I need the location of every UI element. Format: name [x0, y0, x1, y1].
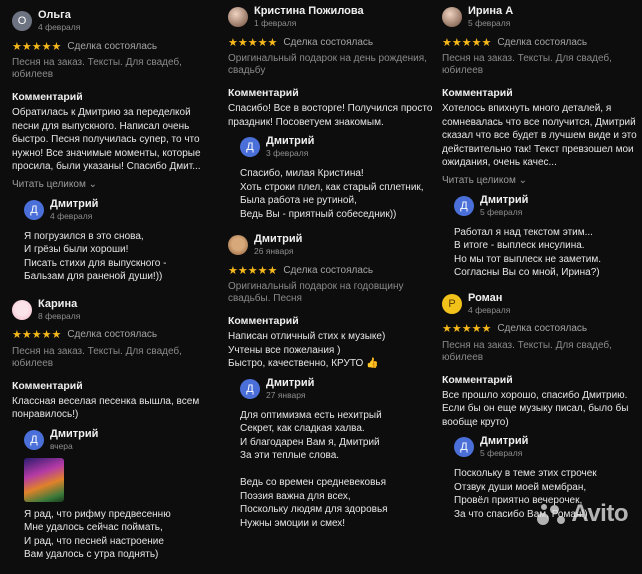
reviewer-name[interactable]: Дмитрий: [254, 233, 302, 246]
reply-text: Спасибо, милая Кристина! Хоть строки пле…: [240, 168, 424, 220]
reviews-column-3: Ирина А 5 февраля ★★★★★ Сделка состоялас…: [442, 5, 642, 533]
reviewer-name[interactable]: Ирина А: [468, 5, 513, 18]
review-date: 8 февраля: [38, 310, 81, 321]
reply-date: 27 января: [266, 389, 306, 400]
star-rating: ★★★★★: [442, 323, 492, 335]
star-rating: ★★★★★: [228, 36, 278, 49]
avito-logo-text: Avito: [571, 500, 628, 527]
read-more-link[interactable]: Читать целиком ⌄: [12, 179, 97, 190]
review-card-karina: Карина 8 февраля ★★★★★ Сделка состоялась…: [12, 298, 217, 562]
comment-text: Спасибо! Все в восторге! Получился прост…: [228, 103, 433, 128]
reviewer-name[interactable]: Кристина Пожилова: [254, 5, 364, 18]
reply-author[interactable]: Дмитрий: [480, 194, 528, 207]
review-date: 4 февраля: [38, 22, 81, 32]
star-rating: ★★★★★: [12, 40, 62, 53]
review-date: 4 февраля: [468, 304, 511, 315]
reply-author[interactable]: Дмитрий: [480, 435, 528, 448]
deal-status: Сделка состоялась: [67, 329, 158, 340]
deal-status: Сделка состоялась: [497, 36, 588, 48]
service-name: Песня на заказ. Тексты. Для свадеб, юбил…: [12, 345, 182, 369]
comment-label: Комментарий: [442, 87, 513, 99]
service-name: Оригинальный подарок на день рождения, с…: [228, 53, 427, 76]
comment-text: Хотелось впихнуть много деталей, я сомне…: [442, 103, 637, 168]
comment-label: Комментарий: [442, 373, 513, 386]
service-name: Песня на заказ. Тексты. Для свадеб, юбил…: [442, 339, 612, 363]
review-card-kristina: Кристина Пожилова 1 февраля ★★★★★ Сделка…: [228, 5, 433, 221]
reply-text: Я погрузился в это снова, И грёзы были х…: [24, 230, 167, 283]
reply-author[interactable]: Дмитрий: [50, 198, 98, 211]
star-rating: ★★★★★: [12, 329, 62, 341]
review-card-roman: Р Роман 4 февраля ★★★★★ Сделка состоялас…: [442, 292, 642, 522]
reply-date: вчера: [50, 440, 73, 451]
avatar[interactable]: Д: [24, 429, 44, 450]
reply-text: Я рад, что рифму предвесенню Мне удалось…: [24, 508, 171, 561]
seller-reply: Д Дмитрий 27 января Для оптимизма есть н…: [240, 377, 433, 531]
reply-author[interactable]: Дмитрий: [266, 377, 314, 390]
reply-date: 5 февраля: [480, 448, 523, 458]
deal-status: Сделка состоялась: [283, 36, 374, 48]
reply-image[interactable]: [24, 457, 64, 502]
comment-label: Комментарий: [228, 315, 299, 327]
avatar[interactable]: Д: [240, 378, 260, 399]
avatar[interactable]: [228, 7, 248, 27]
review-card-irina: Ирина А 5 февраля ★★★★★ Сделка состоялас…: [442, 5, 642, 280]
reply-text: Для оптимизма есть нехитрый Секрет, как …: [240, 409, 388, 529]
star-rating: ★★★★★: [228, 264, 278, 277]
read-more-link[interactable]: Читать целиком ⌄: [442, 175, 527, 186]
deal-status: Сделка состоялась: [283, 264, 374, 276]
avatar[interactable]: Д: [454, 437, 474, 457]
thumbs-up-icon: 👍: [366, 358, 379, 369]
comment-label: Комментарий: [228, 87, 299, 99]
reply-text: Работал я над текстом этим... В итоге - …: [454, 226, 601, 279]
reply-date: 4 февраля: [50, 210, 93, 221]
avatar[interactable]: [228, 235, 248, 255]
comment-text: Все прошло хорошо, спасибо Дмитрию. Если…: [442, 389, 629, 428]
comment-text: Обратилась к Дмитрию за переделкой песни…: [12, 107, 201, 172]
avatar[interactable]: [442, 7, 462, 27]
reviewer-name[interactable]: Ольга: [38, 9, 80, 22]
comment-label: Комментарий: [12, 91, 83, 103]
reviews-column-2: Кристина Пожилова 1 февраля ★★★★★ Сделка…: [228, 5, 433, 542]
review-card-olga: О Ольга 4 февраля ★★★★★ Сделка состоялас…: [12, 9, 217, 284]
service-name: Оригинальный подарок на годовщину свадьб…: [228, 281, 404, 304]
reviewer-name[interactable]: Карина: [38, 298, 80, 311]
review-date: 26 января: [254, 246, 294, 256]
deal-status: Сделка состоялась: [67, 40, 158, 52]
seller-reply: Д Дмитрий 3 февраля Спасибо, милая Крист…: [240, 135, 433, 221]
reply-author[interactable]: Дмитрий: [50, 428, 98, 441]
reviews-column-1: О Ольга 4 февраля ★★★★★ Сделка состоялас…: [12, 9, 217, 574]
avatar[interactable]: Д: [24, 199, 44, 220]
comment-body: Написан отличный стих к музыке) Учтены в…: [228, 331, 386, 369]
review-date: 1 февраля: [254, 18, 297, 28]
avatar[interactable]: Р: [442, 293, 462, 314]
reviewer-name[interactable]: Роман: [468, 292, 510, 305]
avatar[interactable]: Д: [240, 137, 260, 157]
reply-author[interactable]: Дмитрий: [266, 135, 314, 148]
seller-reply: Д Дмитрий вчера Я рад, что рифму предвес…: [24, 428, 217, 562]
review-date: 5 февраля: [468, 18, 511, 28]
reply-date: 3 февраля: [266, 148, 309, 158]
avatar[interactable]: [12, 299, 32, 320]
seller-reply: Д Дмитрий 5 февраля Работал я над тексто…: [454, 194, 642, 280]
avito-watermark: Avito: [537, 500, 628, 528]
comment-label: Комментарий: [12, 379, 83, 392]
avatar[interactable]: Д: [454, 195, 474, 216]
avito-logo-icon: [537, 501, 567, 527]
reply-date: 5 февраля: [480, 206, 523, 217]
review-card-dmitriy: Дмитрий 26 января ★★★★★ Сделка состоялас…: [228, 233, 433, 530]
seller-reply: Д Дмитрий 4 февраля Я погрузился в это с…: [24, 198, 217, 284]
deal-status: Сделка состоялась: [497, 323, 588, 334]
comment-text: Написан отличный стих к музыке) Учтены в…: [228, 330, 433, 371]
service-name: Песня на заказ. Тексты. Для свадеб, юбил…: [12, 57, 182, 80]
service-name: Песня на заказ. Тексты. Для свадеб, юбил…: [442, 53, 612, 76]
comment-text: Классная веселая песенка вышла, всем пон…: [12, 395, 200, 421]
star-rating: ★★★★★: [442, 36, 492, 49]
avatar[interactable]: О: [12, 11, 32, 31]
